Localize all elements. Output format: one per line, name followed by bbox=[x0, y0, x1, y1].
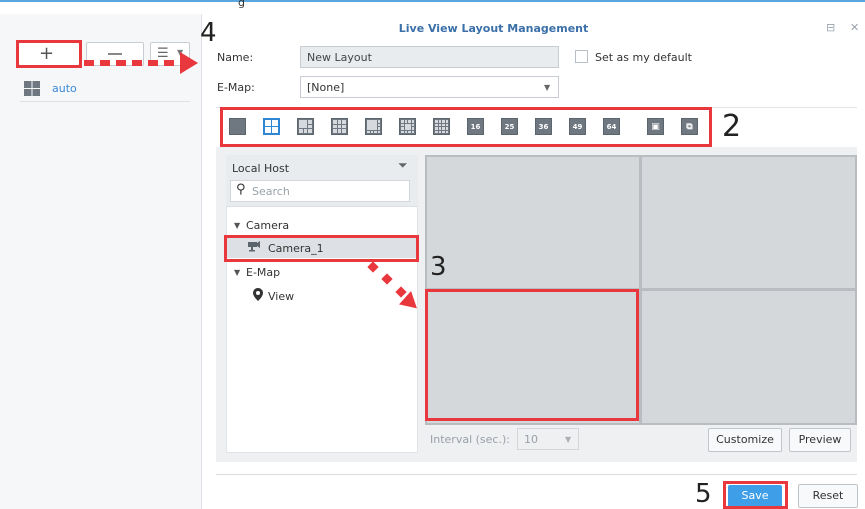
highlight-drop-cell bbox=[425, 289, 639, 421]
emap-select-value: [None] bbox=[307, 81, 345, 94]
preview-cell[interactable] bbox=[642, 157, 855, 288]
step-number-3: 3 bbox=[430, 252, 447, 282]
tree-camera-group[interactable]: Camera bbox=[246, 219, 289, 232]
tree-emap-group[interactable]: E-Map bbox=[246, 266, 280, 279]
dialog-title: Live View Layout Management bbox=[398, 22, 589, 35]
emap-select[interactable]: [None] bbox=[300, 76, 559, 98]
search-icon: ⚲ bbox=[236, 182, 246, 197]
highlight-save-button bbox=[723, 481, 788, 509]
tree-emap-item[interactable]: View bbox=[268, 290, 294, 303]
filter-icon[interactable]: ⏷ bbox=[398, 158, 408, 173]
arrow-dashed-line bbox=[84, 60, 180, 66]
step-number-5: 5 bbox=[695, 479, 712, 509]
sort-icon: ☰ bbox=[157, 46, 169, 61]
step-number-4: 4 bbox=[200, 18, 217, 48]
arrow-head bbox=[180, 52, 198, 74]
default-checkbox-label: Set as my default bbox=[595, 51, 692, 64]
interval-label: Interval (sec.): bbox=[430, 433, 510, 446]
chevron-down-icon[interactable]: ▼ bbox=[234, 268, 240, 277]
highlight-layout-bar bbox=[220, 107, 712, 147]
minimize-icon[interactable]: ⊟ bbox=[826, 21, 835, 34]
step-number-2: 2 bbox=[722, 109, 742, 144]
customize-button[interactable]: Customize bbox=[708, 428, 782, 452]
emap-label: E-Map: bbox=[217, 81, 255, 94]
chevron-down-icon: ▼ bbox=[565, 435, 572, 444]
highlight-camera-item bbox=[224, 235, 419, 262]
map-pin-icon bbox=[253, 288, 263, 304]
top-text-fragment: g bbox=[238, 0, 245, 9]
chevron-down-icon: ▼ bbox=[544, 83, 551, 92]
chevron-down-icon[interactable]: ▼ bbox=[234, 221, 240, 230]
host-label: Local Host bbox=[232, 162, 290, 175]
preview-cell[interactable] bbox=[427, 157, 639, 288]
minus-icon bbox=[108, 53, 122, 55]
preview-button[interactable]: Preview bbox=[789, 428, 851, 452]
quad-grid-icon bbox=[24, 81, 40, 96]
reset-button[interactable]: Reset bbox=[798, 484, 858, 508]
layout-name-input[interactable]: New Layout bbox=[300, 46, 559, 68]
layout-list-item[interactable] bbox=[20, 80, 190, 102]
highlight-add-button bbox=[16, 40, 82, 68]
default-checkbox[interactable] bbox=[575, 50, 588, 63]
footer-divider bbox=[216, 474, 857, 475]
top-strip bbox=[0, 0, 865, 14]
preview-cell[interactable] bbox=[642, 291, 855, 423]
name-label: Name: bbox=[217, 51, 254, 64]
close-icon[interactable]: ✕ bbox=[850, 21, 859, 34]
search-input[interactable] bbox=[252, 181, 402, 201]
layout-item-label: auto bbox=[52, 82, 77, 95]
interval-value: 10 bbox=[524, 433, 538, 446]
